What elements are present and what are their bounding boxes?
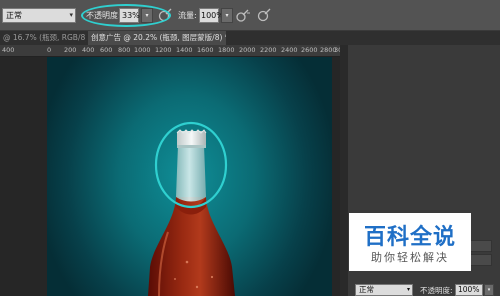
- ruler-tick: 1800: [218, 46, 235, 54]
- ruler-tick: 1200: [155, 46, 172, 54]
- chevron-down-icon: ▾: [69, 11, 73, 19]
- watermark-title: 百科全说: [363, 225, 456, 250]
- panel-dock-strip: [340, 45, 348, 296]
- ruler-tick: 2600: [301, 46, 318, 54]
- tab-document-2[interactable]: 创意广告 @ 20.2% (瓶颈, 图层蒙版/8) *×: [88, 31, 226, 45]
- horizontal-ruler[interactable]: 400 0 200 400 600 800 1000 1200 1400 160…: [0, 45, 351, 57]
- ruler-tick: 400: [2, 46, 15, 54]
- airbrush-icon[interactable]: [235, 7, 251, 23]
- pressure-size-icon[interactable]: [256, 7, 272, 23]
- ruler-tick: 1400: [176, 46, 193, 54]
- layer-opacity-value: 100%: [458, 285, 480, 294]
- bottle-artwork: [148, 121, 235, 296]
- layer-opacity-label: 不透明度:: [420, 286, 453, 295]
- document-tab-bar: @ 16.7% (瓶颈, RGB/8) *× 创意广告 @ 20.2% (瓶颈,…: [0, 31, 500, 45]
- chevron-down-icon: ▾: [406, 286, 410, 293]
- tab-document-1[interactable]: @ 16.7% (瓶颈, RGB/8) *×: [0, 31, 86, 45]
- brush-mode-select[interactable]: 正常 ▾: [2, 8, 76, 23]
- flow-label: 流量:: [178, 11, 197, 20]
- brush-mode-value: 正常: [6, 11, 22, 20]
- ruler-tick: 1600: [197, 46, 214, 54]
- flow-input[interactable]: 100%: [199, 8, 224, 23]
- ruler-tick: 800: [118, 46, 131, 54]
- ruler-tick: 0: [47, 46, 52, 54]
- ruler-tick: 2000: [239, 46, 256, 54]
- options-bar: 正常 ▾ 不透明度: 33% ▾ 流量: 100% ▾: [0, 0, 500, 31]
- watermark-subtitle: 助你轻松解决: [371, 251, 449, 264]
- tab-label: 创意广告 @ 20.2% (瓶颈, 图层蒙版/8) *: [91, 33, 226, 42]
- document-canvas[interactable]: [47, 57, 332, 296]
- blend-mode-value: 正常: [359, 285, 374, 294]
- ruler-tick: 400: [82, 46, 95, 54]
- layer-opacity-dropdown-button[interactable]: ▾: [484, 284, 494, 296]
- canvas-workspace[interactable]: [0, 57, 340, 296]
- blend-mode-select[interactable]: 正常 ▾: [355, 284, 413, 296]
- watermark-logo: 百科全说 助你轻松解决: [349, 213, 471, 271]
- ruler-tick: 2400: [281, 46, 298, 54]
- tab-label: @ 16.7% (瓶颈, RGB/8) *: [3, 33, 86, 42]
- ruler-tick: 1000: [134, 46, 151, 54]
- ruler-tick: 600: [100, 46, 113, 54]
- flow-dropdown-button[interactable]: ▾: [221, 8, 233, 23]
- opacity-highlight-circle: [81, 4, 171, 27]
- layer-opacity-input[interactable]: 100%: [455, 284, 483, 296]
- ruler-tick: 200: [64, 46, 77, 54]
- ruler-tick: 2200: [260, 46, 277, 54]
